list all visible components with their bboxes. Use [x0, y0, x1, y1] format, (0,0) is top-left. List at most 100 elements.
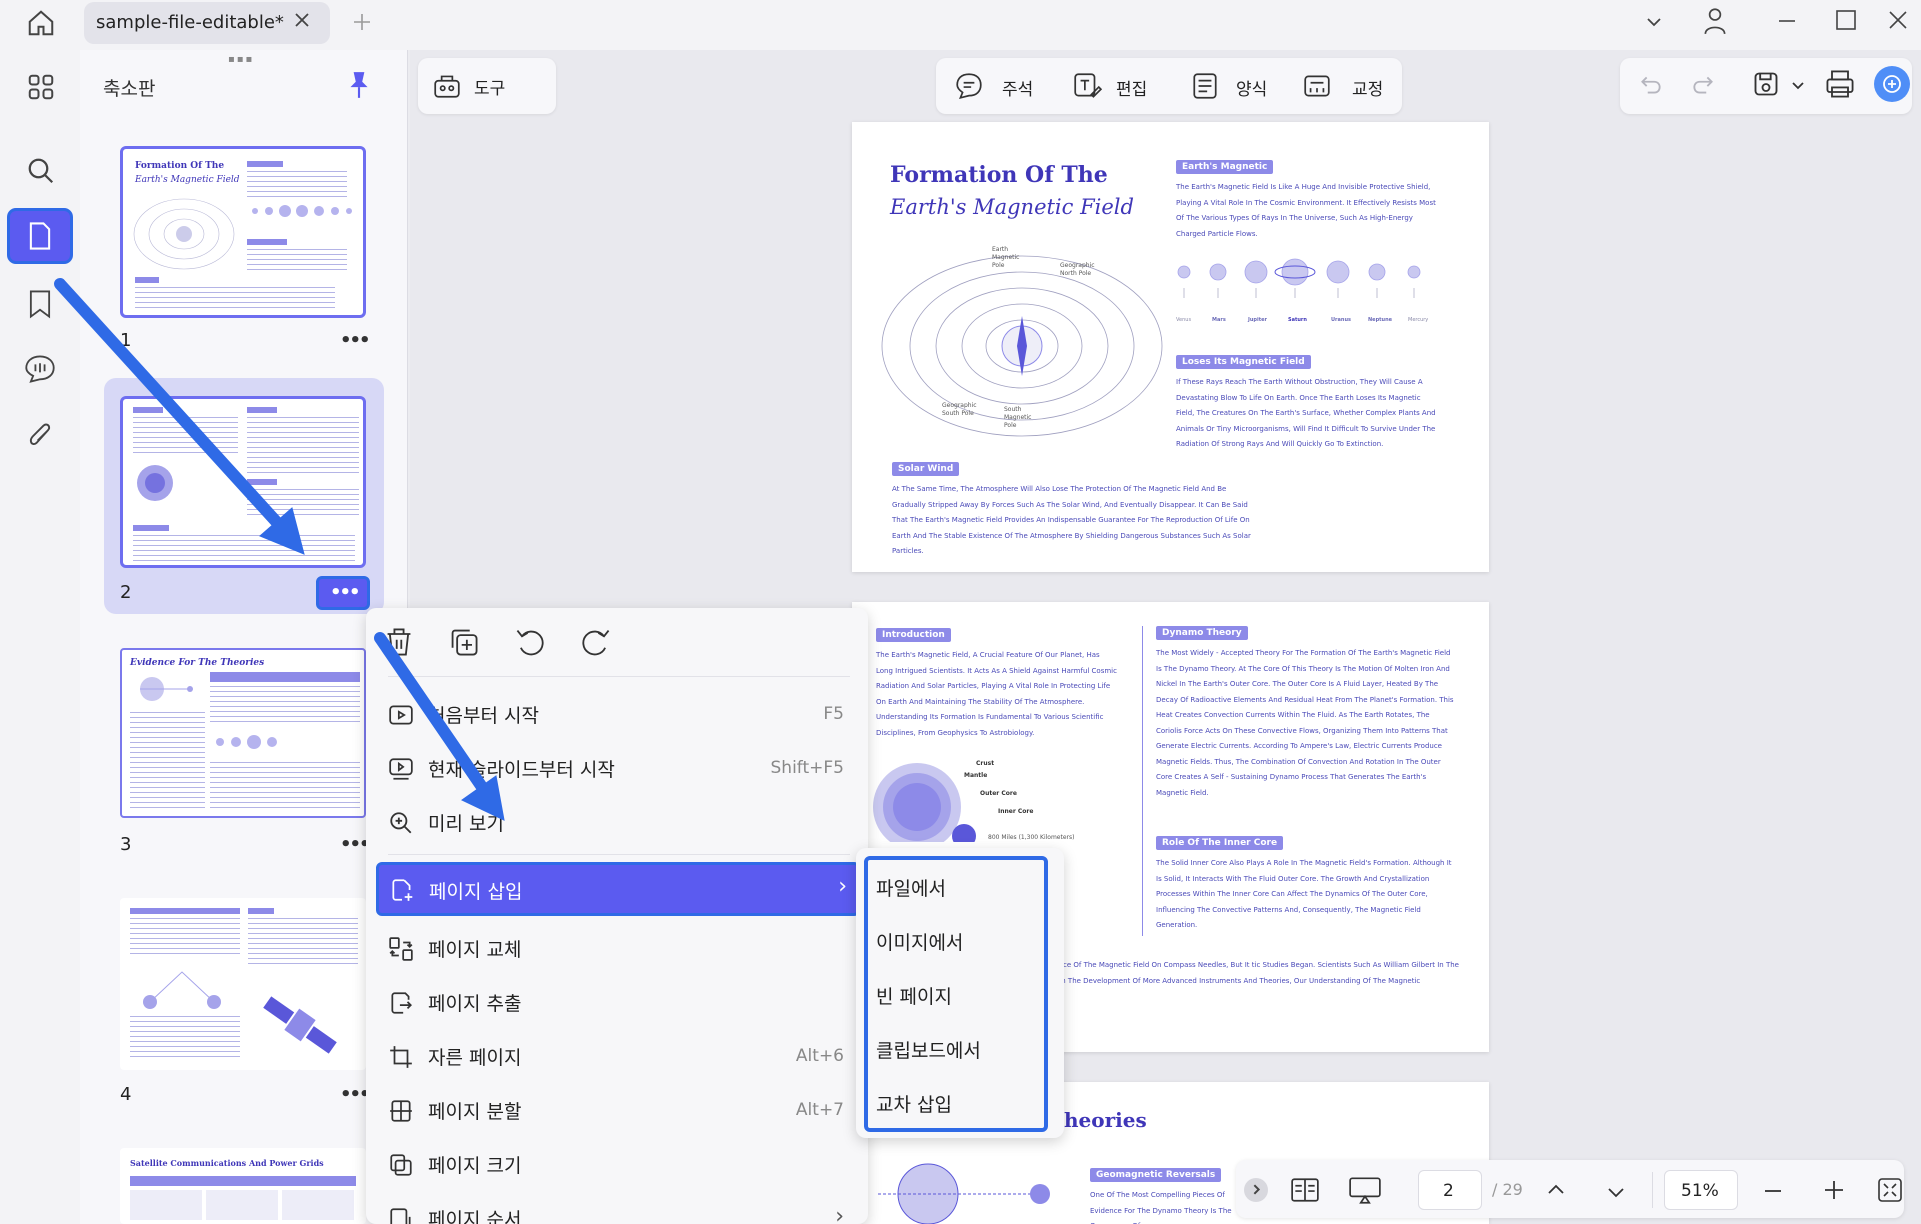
- page-layout-icon[interactable]: [1290, 1176, 1320, 1204]
- more-icon: •••: [330, 582, 360, 603]
- comment-label: 주석: [1002, 80, 1034, 100]
- delete-icon[interactable]: [384, 626, 414, 658]
- rotate-right-icon[interactable]: [580, 626, 612, 658]
- print-icon[interactable]: [1824, 68, 1856, 100]
- comment-icon: [954, 71, 984, 101]
- earth-core-diagram: [873, 763, 976, 842]
- thumb-diagram: [140, 677, 193, 701]
- extract-page-icon: [388, 990, 414, 1016]
- zoom-in-icon[interactable]: [1822, 1178, 1846, 1202]
- menu-item-page-size[interactable]: 페이지 크기: [380, 1138, 854, 1190]
- redo-icon[interactable]: [1690, 72, 1716, 98]
- page-number: 2: [120, 582, 132, 603]
- insert-page-icon: [389, 877, 415, 903]
- thumb-table: [130, 1190, 356, 1220]
- page-thumbnail-2[interactable]: [120, 396, 366, 568]
- page-thumbnail-4[interactable]: [120, 898, 366, 1070]
- minimize-icon[interactable]: [1776, 10, 1798, 32]
- proofread-tool-button[interactable]: 교정: [1298, 62, 1398, 110]
- page-thumbnail-5[interactable]: Satellite Communications And Power Grids: [120, 1148, 366, 1224]
- page-thumbnail-1[interactable]: Formation Of The Earth's Magnetic Field: [120, 146, 366, 318]
- thumb-text: [248, 918, 358, 968]
- rotate-left-icon[interactable]: [514, 626, 546, 658]
- thumb-tag: [247, 407, 277, 413]
- paragraph: One Of The Most Compelling Pieces Of Evi…: [1090, 1191, 1232, 1224]
- ai-assistant-button[interactable]: [1874, 66, 1910, 102]
- submenu-item-from-file[interactable]: 파일에서: [876, 874, 946, 901]
- play-icon: [388, 702, 414, 728]
- save-icon[interactable]: [1752, 70, 1780, 98]
- proofread-label: 교정: [1352, 80, 1384, 100]
- undo-icon[interactable]: [1638, 72, 1664, 98]
- maximize-icon[interactable]: [1834, 8, 1858, 32]
- comment-tool-button[interactable]: 주석: [950, 62, 1060, 110]
- menu-item-replace-page[interactable]: 페이지 교체: [380, 922, 854, 974]
- menu-item-page-order[interactable]: 페이지 순서 ›: [380, 1192, 854, 1224]
- menu-item-shortcut: Alt+7: [795, 1100, 844, 1120]
- chevron-down-icon[interactable]: [1644, 12, 1664, 32]
- tools-label: 도구: [474, 79, 506, 99]
- thumb-text: [247, 417, 359, 473]
- zoom-out-icon[interactable]: [1762, 1180, 1784, 1202]
- menu-item-split-page[interactable]: 페이지 분할 Alt+7: [380, 1084, 854, 1136]
- menu-item-start-from-current[interactable]: 현재 슬라이드부터 시작 Shift+F5: [380, 742, 854, 794]
- new-tab-icon[interactable]: [350, 10, 374, 34]
- page-thumbnail-3[interactable]: Evidence For The Theories: [120, 648, 366, 818]
- submenu-item-interleave-insert[interactable]: 교차 삽입: [876, 1090, 952, 1117]
- page-navigation-bar: [1236, 1160, 1904, 1218]
- section-tag: Earth's Magnetic: [1176, 160, 1274, 174]
- fit-page-icon[interactable]: [1876, 1176, 1904, 1204]
- thumbnail-menu-button[interactable]: •••: [340, 330, 370, 351]
- previous-page-icon[interactable]: [1544, 1178, 1568, 1202]
- bookmark-icon[interactable]: [27, 288, 53, 320]
- thumbnail-menu-button[interactable]: •••: [340, 834, 370, 855]
- submenu-item-from-image[interactable]: 이미지에서: [876, 928, 963, 955]
- pin-icon[interactable]: [348, 70, 370, 100]
- menu-item-label: 페이지 크기: [428, 1155, 522, 1177]
- menu-item-label: 페이지 분할: [428, 1101, 522, 1123]
- search-icon[interactable]: [26, 156, 56, 186]
- menu-item-preview[interactable]: 미리 보기: [380, 796, 854, 848]
- tools-button[interactable]: 도구: [418, 58, 556, 114]
- menu-item-label: 처음부터 시작: [428, 705, 539, 727]
- apps-grid-icon[interactable]: [26, 72, 56, 102]
- form-label: 양식: [1236, 80, 1268, 100]
- collapse-bar-button[interactable]: [1244, 1178, 1268, 1202]
- menu-item-start-from-beginning[interactable]: 처음부터 시작 F5: [380, 688, 854, 740]
- page-size-icon: [388, 1152, 414, 1178]
- menu-item-label: 페이지 삽입: [429, 881, 523, 903]
- menu-item-label: 페이지 추출: [428, 993, 522, 1015]
- menu-item-insert-page[interactable]: 페이지 삽입 ›: [376, 862, 860, 916]
- drag-handle[interactable]: ▪▪▪: [228, 54, 258, 65]
- account-icon[interactable]: [1702, 6, 1728, 36]
- submenu-item-from-clipboard[interactable]: 클립보드에서: [876, 1036, 981, 1063]
- submenu-arrow-icon: ›: [838, 874, 847, 899]
- page-number-input[interactable]: 2: [1418, 1170, 1482, 1210]
- home-icon[interactable]: [26, 8, 56, 38]
- zoom-input[interactable]: 51%: [1664, 1170, 1738, 1210]
- planet-label: Jupiter: [1248, 317, 1267, 323]
- crop-icon: [388, 1044, 414, 1070]
- next-page-icon[interactable]: [1604, 1180, 1628, 1204]
- close-window-icon[interactable]: [1886, 8, 1910, 32]
- presentation-icon[interactable]: [1348, 1176, 1382, 1204]
- edit-text-icon: [1072, 71, 1102, 101]
- thumb-text: [210, 762, 360, 810]
- thumb-text: [247, 489, 359, 515]
- save-options-chevron-icon[interactable]: [1790, 78, 1806, 94]
- page-context-menu: 처음부터 시작 F5 현재 슬라이드부터 시작 Shift+F5 미리 보기 페…: [366, 608, 868, 1224]
- planet-label: Saturn: [1288, 317, 1307, 323]
- close-tab-icon[interactable]: [292, 10, 312, 30]
- diagram-label: Mantle: [964, 772, 988, 779]
- toolbox-icon: [432, 70, 462, 100]
- comments-icon[interactable]: [24, 354, 56, 384]
- duplicate-icon[interactable]: [448, 626, 480, 658]
- edit-tool-button[interactable]: 편집: [1068, 62, 1178, 110]
- thumb-tag: [135, 277, 159, 283]
- submenu-item-blank-page[interactable]: 빈 페이지: [876, 982, 952, 1009]
- thumbnail-menu-button[interactable]: •••: [340, 1084, 370, 1105]
- attachment-icon[interactable]: [26, 420, 54, 452]
- menu-item-crop-page[interactable]: 자른 페이지 Alt+6: [380, 1030, 854, 1082]
- menu-item-extract-page[interactable]: 페이지 추출: [380, 976, 854, 1028]
- form-tool-button[interactable]: 양식: [1186, 62, 1286, 110]
